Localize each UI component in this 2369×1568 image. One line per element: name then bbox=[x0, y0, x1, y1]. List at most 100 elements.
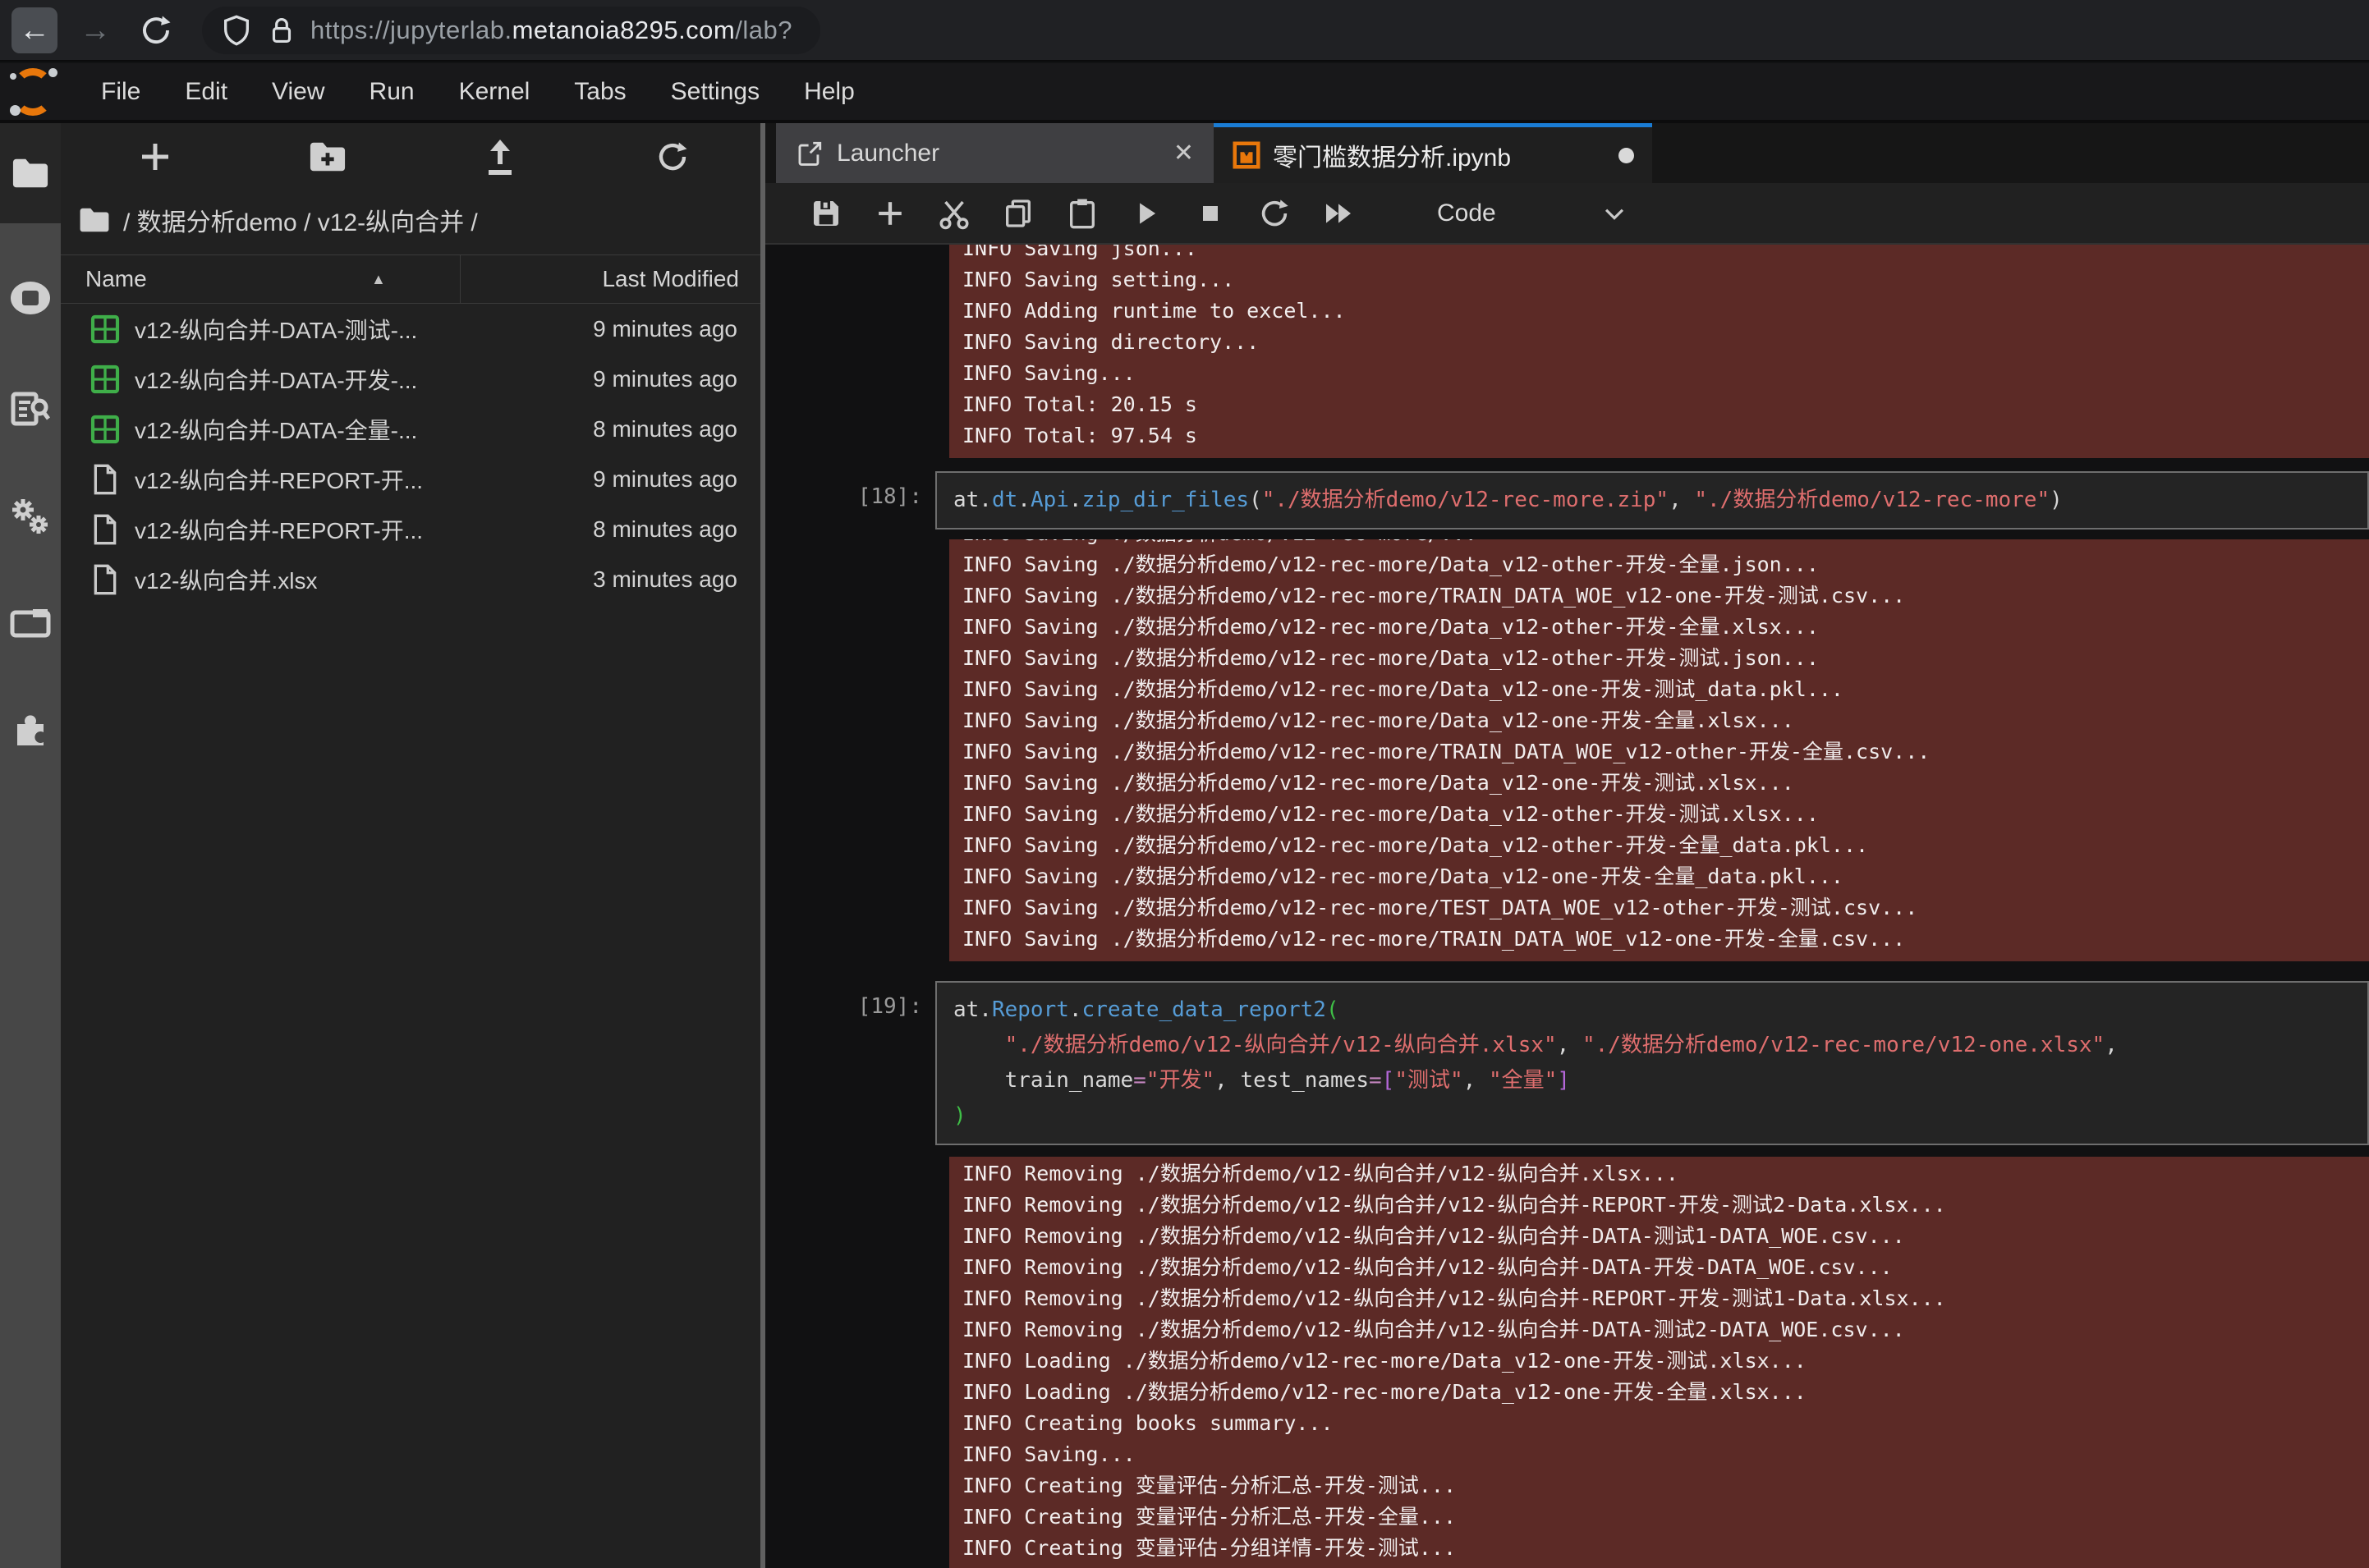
paste-icon bbox=[1066, 197, 1099, 230]
menu-item-kernel[interactable]: Kernel bbox=[437, 78, 553, 106]
code-editor[interactable]: at.dt.Api.zip_dir_files("./数据分析demo/v12-… bbox=[935, 471, 2369, 530]
file-row[interactable]: v12-纵向合并.xlsx3 minutes ago bbox=[61, 554, 760, 604]
code-line: at.Report.create_data_report2( bbox=[953, 993, 2351, 1028]
chevron-down-icon bbox=[1600, 199, 1628, 227]
launcher-icon bbox=[796, 140, 824, 167]
upload-icon bbox=[482, 138, 518, 176]
log-line: INFO Saving ./数据分析demo/v12-rec-more/TRAI… bbox=[962, 580, 2369, 612]
file-icon bbox=[90, 463, 120, 496]
menu-item-tabs[interactable]: Tabs bbox=[552, 78, 648, 106]
code-line: at.dt.Api.zip_dir_files("./数据分析demo/v12-… bbox=[953, 483, 2351, 518]
log-line: INFO Saving ./数据分析demo/v12-rec-more/Data… bbox=[962, 643, 2369, 674]
execution-count-prompt: [18]: bbox=[765, 471, 935, 509]
file-name: v12-纵向合并-REPORT-开... bbox=[135, 513, 423, 546]
jupyterlab-menubar: FileEditViewRunKernelTabsSettingsHelp bbox=[0, 63, 2369, 123]
breadcrumb-path[interactable]: / 数据分析demo / v12-纵向合并 / bbox=[123, 202, 478, 238]
log-line: INFO Removing ./数据分析demo/v12-纵向合并/v12-纵向… bbox=[962, 1158, 2369, 1190]
file-row[interactable]: v12-纵向合并-DATA-开发-...9 minutes ago bbox=[61, 354, 760, 404]
interrupt-kernel-button[interactable] bbox=[1191, 194, 1230, 233]
execution-count-prompt: [19]: bbox=[765, 981, 935, 1019]
log-line: INFO Saving ./数据分析demo/v12-rec-more/Data… bbox=[962, 549, 2369, 580]
folder-plus-icon bbox=[309, 140, 347, 173]
menu-item-run[interactable]: Run bbox=[347, 78, 437, 106]
tab-notebook[interactable]: 零门槛数据分析.ipynb bbox=[1214, 123, 1652, 183]
log-line: INFO Saving setting... bbox=[962, 264, 2369, 296]
log-line: INFO Removing ./数据分析demo/v12-纵向合并/v12-纵向… bbox=[962, 1190, 2369, 1221]
spreadsheet-icon bbox=[89, 313, 122, 346]
breadcrumb-folder-icon[interactable] bbox=[79, 207, 110, 233]
upload-button[interactable] bbox=[480, 136, 521, 177]
column-divider[interactable] bbox=[460, 255, 461, 303]
refresh-button[interactable] bbox=[652, 136, 693, 177]
gears-icon bbox=[9, 497, 52, 537]
sidebar-tab-inspector-search[interactable] bbox=[0, 364, 61, 454]
sidebar-tab-running-terminals[interactable] bbox=[0, 253, 61, 343]
file-row[interactable]: v12-纵向合并-REPORT-开...8 minutes ago bbox=[61, 504, 760, 554]
code-line: ) bbox=[953, 1098, 2351, 1134]
cell-type-dropdown[interactable]: Code bbox=[1437, 199, 1496, 227]
plus-icon bbox=[875, 198, 906, 229]
restart-kernel-button[interactable] bbox=[1255, 194, 1294, 233]
cut-cells-button[interactable] bbox=[934, 194, 974, 233]
menu-item-edit[interactable]: Edit bbox=[163, 78, 250, 106]
file-row[interactable]: v12-纵向合并-DATA-全量-... 8 minutes ago bbox=[61, 404, 760, 454]
address-bar[interactable]: https://jupyterlab.metanoia8295.com/lab? bbox=[202, 7, 820, 54]
log-line: INFO Saving... bbox=[962, 1439, 2369, 1470]
column-last-modified[interactable]: Last Modified bbox=[602, 266, 739, 292]
file-modified-time: 9 minutes ago bbox=[593, 366, 760, 392]
paste-cells-button[interactable] bbox=[1063, 194, 1102, 233]
restart-run-all-button[interactable] bbox=[1319, 194, 1358, 233]
column-name[interactable]: Name bbox=[61, 266, 147, 292]
copy-icon bbox=[1002, 197, 1035, 230]
cell-type-dropdown-arrow[interactable] bbox=[1595, 194, 1634, 233]
log-line: INFO Removing ./数据分析demo/v12-纵向合并/v12-纵向… bbox=[962, 1221, 2369, 1252]
log-line: INFO Saving ./数据分析demo/v12-rec-more/Data… bbox=[962, 674, 2369, 705]
new-folder-button[interactable] bbox=[307, 136, 348, 177]
stop-icon bbox=[1196, 199, 1225, 228]
code-editor[interactable]: at.Report.create_data_report2( "./数据分析de… bbox=[935, 981, 2369, 1145]
sidebar-tab-property-inspector[interactable] bbox=[0, 472, 61, 562]
log-line: INFO Loading ./数据分析demo/v12-rec-more/Dat… bbox=[962, 1377, 2369, 1408]
notebook-scroll-area[interactable]: INFO Saving json...INFO Saving setting..… bbox=[765, 245, 2369, 1568]
browser-forward-button[interactable]: → bbox=[72, 7, 118, 53]
sidebar-tab-extensions[interactable] bbox=[0, 684, 61, 774]
browser-reload-button[interactable] bbox=[133, 7, 179, 53]
scissors-icon bbox=[937, 196, 971, 231]
copy-cells-button[interactable] bbox=[999, 194, 1038, 233]
menu-item-settings[interactable]: Settings bbox=[649, 78, 782, 106]
file-row[interactable]: v12-纵向合并-REPORT-开...9 minutes ago bbox=[61, 454, 760, 504]
file-row[interactable]: v12-纵向合并-DATA-测试-...9 minutes ago bbox=[61, 304, 760, 354]
new-launcher-button[interactable] bbox=[135, 136, 176, 177]
file-modified-time: 8 minutes ago bbox=[593, 416, 760, 442]
save-button[interactable] bbox=[806, 194, 846, 233]
refresh-icon bbox=[655, 140, 690, 174]
tab-close-icon[interactable]: ✕ bbox=[1173, 139, 1194, 167]
sort-ascending-icon[interactable]: ▲ bbox=[371, 271, 386, 288]
play-icon bbox=[1131, 198, 1162, 229]
code-cell-19[interactable]: [19]: at.Report.create_data_report2( "./… bbox=[765, 981, 2369, 1145]
menu-item-help[interactable]: Help bbox=[782, 78, 877, 106]
log-line: INFO Saving ./数据分析demo/v12-rec-more/TEST… bbox=[962, 892, 2369, 924]
browser-back-button[interactable]: ← bbox=[11, 7, 57, 53]
unsaved-changes-dot bbox=[1618, 148, 1634, 163]
file-list-header: Name ▲ Last Modified bbox=[61, 254, 760, 304]
file-name: v12-纵向合并-REPORT-开... bbox=[135, 463, 423, 496]
sidebar-tab-sessions[interactable] bbox=[0, 577, 61, 667]
log-line: INFO Total: 97.54 s bbox=[962, 420, 2369, 452]
tab-launcher[interactable]: Launcher ✕ bbox=[776, 123, 1214, 183]
menu-item-file[interactable]: File bbox=[79, 78, 163, 106]
save-icon bbox=[810, 197, 842, 230]
log-line: INFO Saving ./数据分析demo/v12-rec-more/Data… bbox=[962, 861, 2369, 892]
sidebar-tab-file-browser[interactable] bbox=[0, 123, 61, 223]
code-line: train_name="开发", test_names=["测试", "全量"] bbox=[953, 1063, 2351, 1098]
run-cell-button[interactable] bbox=[1127, 194, 1166, 233]
log-line: INFO Saving ./数据分析demo/v12-rec-more/Data… bbox=[962, 768, 2369, 799]
log-line: INFO Saving ./数据分析demo/v12-rec-more/TRAI… bbox=[962, 736, 2369, 768]
code-cell-18[interactable]: [18]: at.dt.Api.zip_dir_files("./数据分析dem… bbox=[765, 471, 2369, 530]
file-name: v12-纵向合并-DATA-全量-... bbox=[135, 413, 417, 446]
insert-cell-button[interactable] bbox=[870, 194, 910, 233]
menu-item-view[interactable]: View bbox=[250, 78, 347, 106]
log-line: INFO Creating 变量评估-分组详情-开发-测试... bbox=[962, 1533, 2369, 1564]
dock-tab-bar: Launcher ✕ 零门槛数据分析.ipynb bbox=[765, 123, 2369, 183]
back-arrow-icon: ← bbox=[19, 15, 50, 46]
